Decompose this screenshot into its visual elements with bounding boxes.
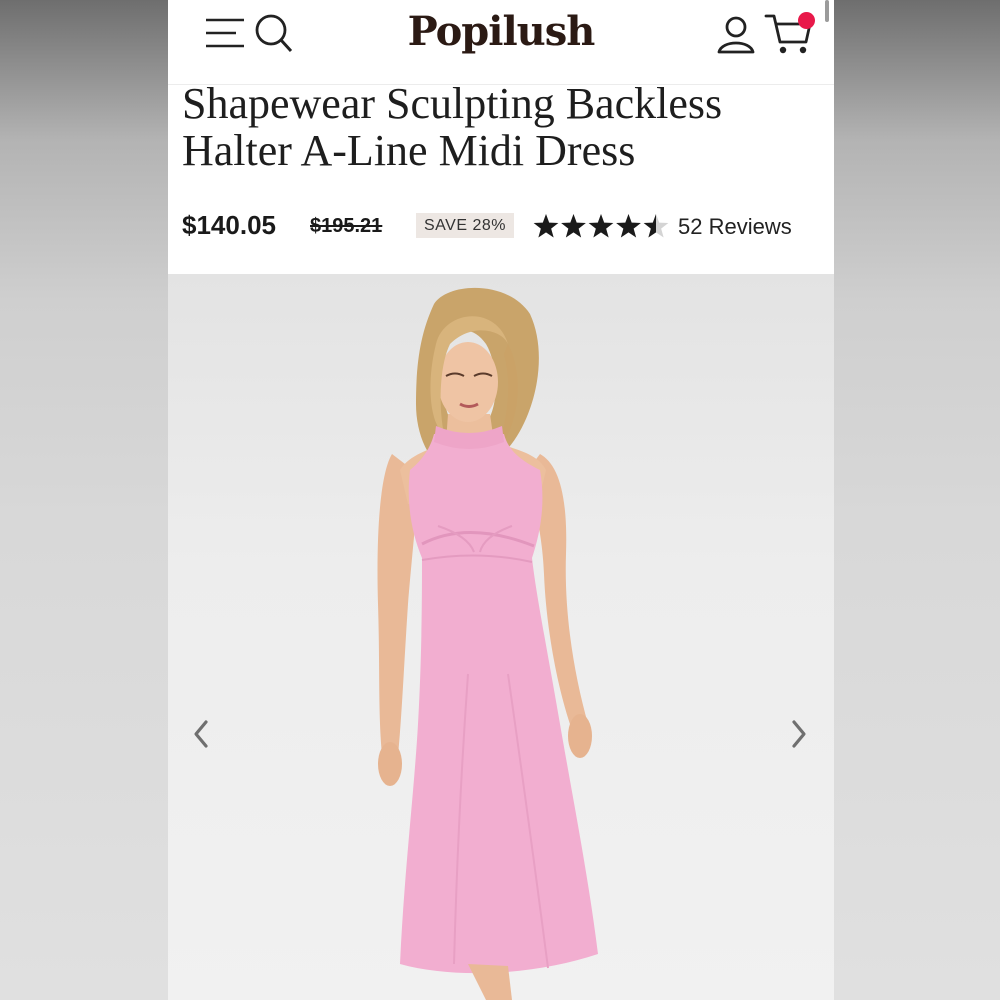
- account-icon[interactable]: [716, 14, 756, 56]
- cart-notification-dot: [798, 12, 815, 29]
- price-row: $140.05 $195.21 SAVE 28% 52 Reviews: [182, 208, 822, 248]
- scrollbar[interactable]: [825, 0, 829, 22]
- phone-screen: Popilush Shapewear Sculpting Backless Ha…: [168, 0, 834, 1000]
- star-2-filled: [561, 214, 586, 238]
- product-image-gallery[interactable]: [168, 274, 834, 1000]
- star-4-filled: [616, 214, 641, 238]
- top-nav-bar: Popilush: [168, 0, 834, 85]
- star-3-filled: [588, 214, 614, 238]
- current-price: $140.05: [182, 210, 276, 240]
- background-right: [834, 0, 1000, 1000]
- star-rating[interactable]: [532, 208, 672, 244]
- discount-badge: SAVE 28%: [416, 213, 514, 238]
- chevron-right-icon[interactable]: [786, 716, 812, 752]
- product-title-line-1: Shapewear Sculpting Backless: [182, 79, 723, 128]
- product-image: [377, 287, 598, 1000]
- reviews-link[interactable]: 52 Reviews: [678, 214, 792, 240]
- background-left: [0, 0, 168, 1000]
- product-title: Shapewear Sculpting Backless Halter A-Li…: [182, 80, 822, 174]
- original-price: $195.21: [310, 215, 383, 237]
- product-title-line-2: Halter A-Line Midi Dress: [182, 126, 636, 175]
- star-1-filled: [533, 214, 559, 238]
- chevron-left-icon[interactable]: [188, 716, 214, 752]
